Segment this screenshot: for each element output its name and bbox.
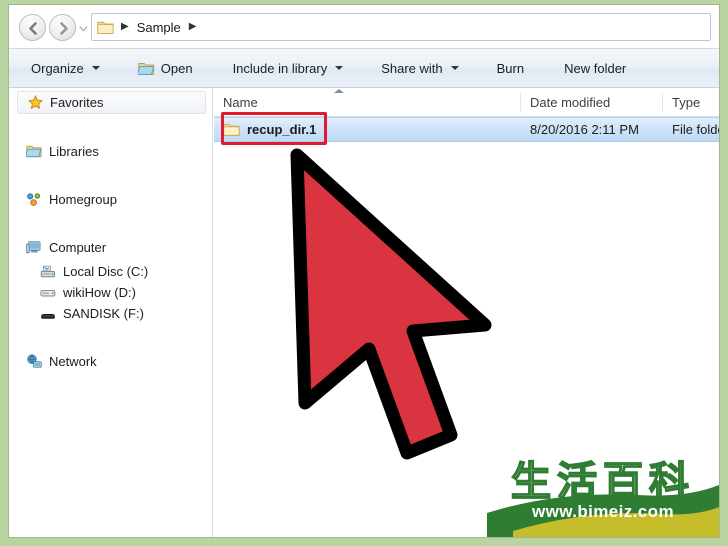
file-list-pane: Name Date modified Type recup_dir.1 8/20… [214,88,719,537]
network-icon [25,354,43,369]
chevron-down-icon [91,66,100,70]
libraries-icon [25,144,43,159]
back-button[interactable] [19,14,46,41]
file-name-label: recup_dir.1 [247,122,317,137]
homegroup-icon [25,192,43,207]
explorer-window: ▶ Sample ▶ Organize Open Include in libr… [8,4,720,538]
share-with-label: Share with [381,60,443,76]
star-icon [26,95,44,110]
computer-icon [25,240,43,255]
column-header-name[interactable]: Name [214,88,520,116]
breadcrumb-separator-leading: ▶ [121,21,129,32]
sidebar-item-label: Homegroup [49,192,117,207]
sidebar-item-label: Computer [49,240,107,255]
include-in-library-button[interactable]: Include in library [223,55,354,81]
new-folder-button[interactable]: New folder [554,55,638,81]
open-button[interactable]: Open [128,55,205,81]
include-in-library-label: Include in library [232,60,328,76]
column-header-label: Type [672,94,701,110]
share-with-button[interactable]: Share with [371,55,468,81]
file-date-modified-cell: 8/20/2016 2:11 PM [521,118,662,141]
table-row[interactable]: recup_dir.1 8/20/2016 2:11 PM File folde… [214,112,719,145]
back-arrow-icon [29,22,37,35]
breadcrumb: ▶ Sample ▶ [97,14,201,40]
sidebar-item-computer[interactable]: Computer [9,237,212,258]
folder-icon [223,123,240,136]
navigation-pane: Favorites Libraries Homegroup Computer L… [9,88,213,537]
column-header-date-modified[interactable]: Date modified [521,88,662,116]
sidebar-item-local-disc-c[interactable]: Local Disc (C:) [9,261,212,282]
column-header-label: Name [223,94,258,110]
hard-drive-icon [39,265,57,279]
breadcrumb-item-sample[interactable]: Sample [134,20,184,35]
file-type-cell: File folder [663,118,719,141]
open-folder-icon [137,62,154,75]
chevron-down-icon [335,66,344,70]
file-date-modified-label: 8/20/2016 2:11 PM [530,122,639,137]
address-bar[interactable]: ▶ Sample ▶ [91,13,711,41]
file-type-label: File folder [672,122,719,137]
breadcrumb-separator-trailing[interactable]: ▶ [184,22,202,32]
sidebar-item-label: Network [49,354,97,369]
sidebar-item-sandisk-f[interactable]: SANDISK (F:) [9,303,212,324]
forward-button[interactable] [49,14,76,41]
sidebar-item-network[interactable]: Network [9,351,212,372]
file-name-cell[interactable]: recup_dir.1 [214,118,520,141]
usb-drive-icon [39,307,57,321]
folder-icon [97,21,114,34]
sidebar-item-label: Libraries [49,144,99,159]
column-header-type[interactable]: Type [663,88,719,116]
open-label: Open [160,60,193,76]
organize-button[interactable]: Organize [21,55,110,81]
toolbar: Organize Open Include in library Share w… [9,49,719,88]
sidebar-item-label: wikiHow (D:) [63,285,136,300]
new-folder-label: New folder [564,60,627,76]
address-bar-row: ▶ Sample ▶ [9,5,719,49]
sidebar-item-homegroup[interactable]: Homegroup [9,189,212,210]
chevron-down-icon [450,66,459,70]
column-headers: Name Date modified Type [214,88,719,117]
organize-label: Organize [31,60,84,76]
chevron-down-icon[interactable] [79,24,88,33]
disc-drive-icon [39,286,57,300]
sidebar-item-wikihow-d[interactable]: wikiHow (D:) [9,282,212,303]
sidebar-item-label: SANDISK (F:) [63,306,144,321]
sidebar-item-label: Favorites [50,95,104,110]
column-header-label: Date modified [530,94,611,110]
forward-arrow-icon [60,22,68,35]
burn-label: Burn [496,60,525,76]
sidebar-item-libraries[interactable]: Libraries [9,141,212,162]
burn-button[interactable]: Burn [487,55,536,81]
sidebar-item-label: Local Disc (C:) [63,264,149,279]
sidebar-item-favorites[interactable]: Favorites [17,91,206,114]
